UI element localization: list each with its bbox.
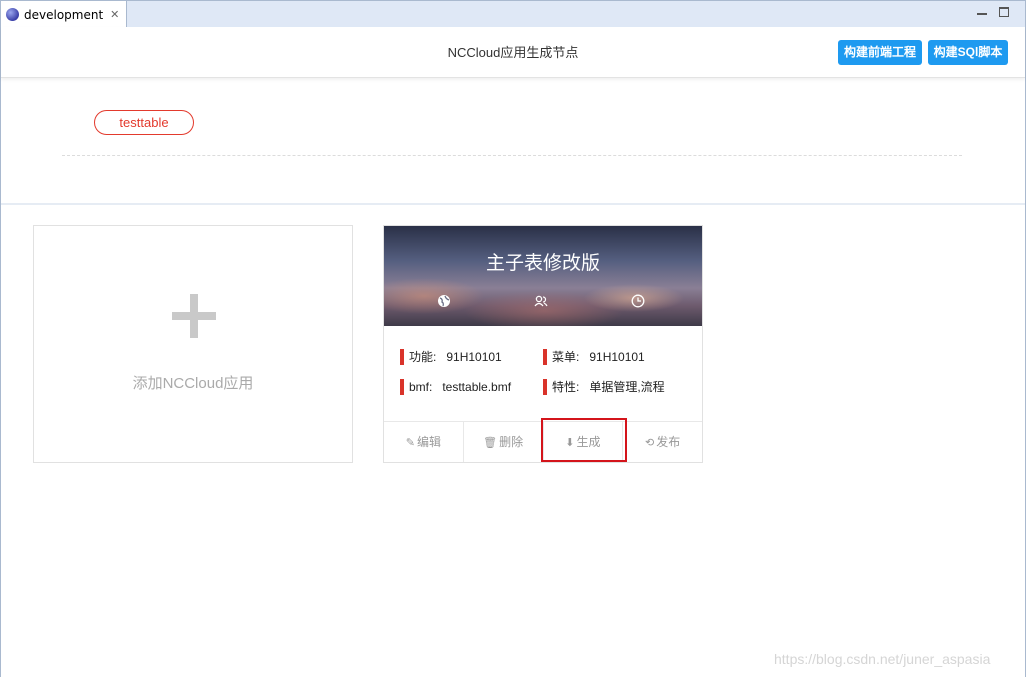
globe-icon[interactable] bbox=[437, 294, 451, 308]
menu-field: 菜单: 91H10101 bbox=[543, 349, 645, 365]
publish-icon: ⟲ bbox=[645, 437, 655, 449]
eclipse-icon bbox=[6, 8, 19, 21]
menu-value: 91H10101 bbox=[589, 350, 645, 364]
tab-development[interactable]: development ✕ bbox=[1, 1, 127, 28]
clock-icon[interactable] bbox=[631, 294, 645, 308]
generate-button[interactable]: ⬇ 生成 bbox=[544, 422, 624, 462]
app-card: 主子表修改版 功能: 91H10101 菜单: 91H10101 bmf: testt… bbox=[383, 225, 703, 463]
minimize-icon[interactable] bbox=[977, 7, 987, 15]
add-app-label: 添加NCCloud应用 bbox=[132, 375, 254, 392]
trash-icon: 🗑 bbox=[483, 437, 498, 449]
users-icon[interactable] bbox=[534, 294, 548, 308]
edit-icon: ✎ bbox=[405, 437, 415, 449]
main-frame: NCCloud应用生成节点 构建前端工程 构建SQl脚本 testtable 添… bbox=[0, 27, 1026, 677]
feature-value: 单据管理,流程 bbox=[589, 380, 665, 394]
plus-icon bbox=[172, 294, 216, 338]
divider bbox=[62, 155, 962, 156]
add-app-card[interactable]: 添加NCCloud应用 bbox=[33, 225, 353, 463]
delete-label: 删除 bbox=[499, 435, 524, 449]
app-card-banner: 主子表修改版 bbox=[384, 226, 702, 326]
tag-filter-area: testtable bbox=[1, 79, 1025, 205]
app-title: 主子表修改版 bbox=[485, 253, 600, 274]
bmf-value: testtable.bmf bbox=[442, 380, 512, 394]
publish-button[interactable]: ⟲ 发布 bbox=[623, 422, 702, 462]
build-frontend-button[interactable]: 构建前端工程 bbox=[838, 40, 922, 65]
tag-testtable[interactable]: testtable bbox=[94, 110, 194, 135]
app-card-actions: ✎ 编辑 🗑 删除 ⬇ 生成 ⟲ 发布 bbox=[384, 421, 702, 462]
maximize-icon[interactable] bbox=[999, 7, 1009, 17]
download-icon: ⬇ bbox=[565, 437, 575, 449]
build-sql-button[interactable]: 构建SQl脚本 bbox=[928, 40, 1008, 65]
function-key: 功能: bbox=[409, 350, 437, 364]
bmf-field: bmf: testtable.bmf bbox=[400, 379, 511, 395]
publish-label: 发布 bbox=[656, 435, 681, 449]
bmf-key: bmf: bbox=[409, 380, 433, 394]
edit-button[interactable]: ✎ 编辑 bbox=[384, 422, 464, 462]
view-tab-strip: development ✕ bbox=[0, 0, 1026, 28]
generate-label: 生成 bbox=[576, 435, 601, 449]
function-field: 功能: 91H10101 bbox=[400, 349, 502, 365]
function-value: 91H10101 bbox=[446, 350, 502, 364]
header-bar: NCCloud应用生成节点 构建前端工程 构建SQl脚本 bbox=[1, 27, 1025, 78]
tab-label: development bbox=[24, 7, 104, 22]
close-icon[interactable]: ✕ bbox=[110, 9, 119, 20]
edit-label: 编辑 bbox=[416, 435, 441, 449]
delete-button[interactable]: 🗑 删除 bbox=[464, 422, 544, 462]
menu-key: 菜单: bbox=[552, 350, 580, 364]
feature-field: 特性: 单据管理,流程 bbox=[543, 379, 665, 395]
watermark: https://blog.csdn.net/juner_aspasia bbox=[774, 651, 991, 667]
feature-key: 特性: bbox=[552, 380, 580, 394]
